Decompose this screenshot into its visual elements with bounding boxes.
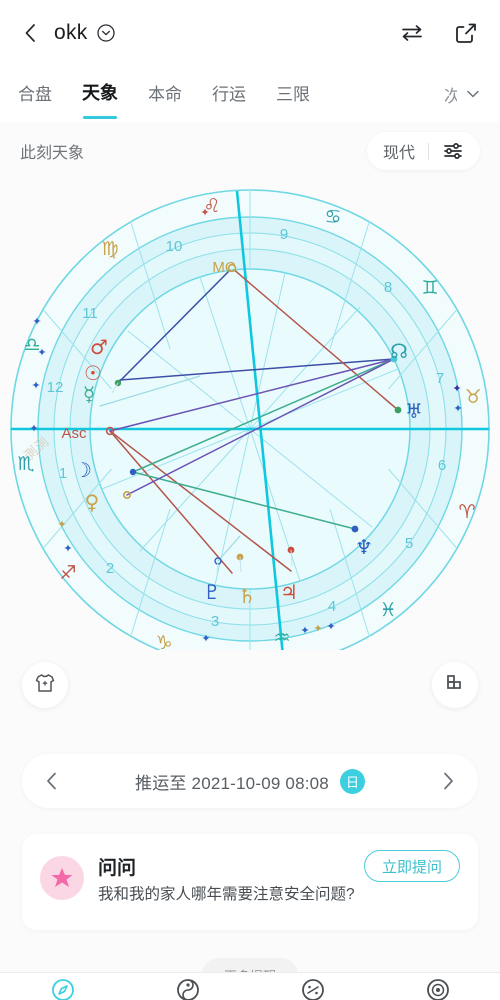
prev-date-button[interactable] [40,769,64,793]
svg-text:✦: ✦ [32,315,41,328]
svg-text:4: 4 [328,598,336,615]
svg-text:7: 7 [436,370,444,387]
svg-text:✦: ✦ [326,620,335,633]
svg-text:♐: ♐ [59,562,76,584]
svg-text:10: 10 [166,238,183,255]
tab-overflow-label: 次 [444,86,457,106]
mode-selector[interactable]: 现代 [366,132,480,170]
svg-text:♄: ♄ [238,584,256,608]
svg-text:3: 3 [211,613,219,630]
svg-text:♀: ♀ [85,490,100,514]
svg-text:♈: ♈ [458,501,475,523]
chart-toolbar: 此刻天象 现代 [0,122,500,180]
ask-now-button[interactable]: 立即提问 [363,850,460,882]
date-text: 推运至 2021-10-09 08:08 [135,773,329,793]
target-icon [426,979,449,1000]
svg-text:✦: ✦ [57,518,66,531]
chart-style-button[interactable] [22,662,68,708]
chevron-down-icon [464,85,482,103]
star-badge-icon [40,856,84,900]
svg-text:♆: ♆ [355,535,373,559]
nav-item-profile[interactable] [375,977,500,1000]
svg-text:✦: ✦ [452,382,461,395]
back-button[interactable] [20,22,42,44]
ask-title: 问问 [98,857,137,879]
compass-icon [51,979,74,1000]
aspect-grid-icon [443,671,467,700]
astrology-wheel[interactable]: 10 9 87 65 43 21 12 11 ♍ ♌ ♋ ♊ ♉ ♈ ♓ ♒ ♑ ♐… [0,180,500,650]
ask-header: 问问 立即提问 [98,850,460,882]
yinyang-icon [176,979,199,1000]
bottom-navigation [0,972,500,1000]
svg-text:2: 2 [106,560,114,577]
wheel-graphic: 109 87 65 43 21 1211 ♍ ♌ ♋ ♊ ♉ ♈ ♓ ♒ ♑ ♐… [10,189,490,650]
ask-question[interactable]: 我和我的家人哪年需要注意安全问题? [98,886,355,903]
top-header: okk [0,0,500,66]
svg-text:12: 12 [47,379,64,396]
tab-overflow-button[interactable]: 次 [444,82,482,107]
svg-text:✦: ✦ [31,379,40,392]
sliders-icon[interactable] [442,140,464,162]
svg-text:♋: ♋ [324,206,341,228]
aspect-grid-button[interactable] [432,662,478,708]
svg-text:♂: ♂ [90,335,108,359]
tab-hepan[interactable]: 合盘 [18,80,52,109]
svg-text:MC: MC [212,259,235,276]
mode-label: 现代 [382,145,415,162]
tab-xingyun[interactable]: 行运 [212,80,246,109]
svg-text:✦: ✦ [63,542,72,555]
svg-text:9: 9 [280,226,288,243]
nav-item-chart[interactable] [125,977,250,1000]
svg-text:♇: ♇ [203,580,221,604]
app-screen: okk 合盘 天象 本命 行运 三限 次 此刻天象 现代 10 9 8 7 6 … [0,0,500,1000]
tab-benming[interactable]: 本命 [148,80,182,109]
nav-item-home[interactable] [0,977,125,1000]
ask-card[interactable]: 问问 立即提问 我和我的家人哪年需要注意安全问题? [22,834,478,930]
svg-text:✦: ✦ [313,622,322,635]
tshirt-icon [33,671,57,700]
svg-text:11: 11 [82,305,98,322]
svg-text:✦: ✦ [300,624,309,637]
smiley-icon [301,979,324,1000]
tab-tianxiang[interactable]: 天象 [82,79,118,109]
svg-text:☊: ☊ [390,339,408,363]
svg-text:♃: ♃ [280,580,298,604]
ask-body: 问问 立即提问 我和我的家人哪年需要注意安全问题? [98,850,460,914]
svg-text:8: 8 [384,279,392,296]
svg-text:6: 6 [438,457,446,474]
svg-text:✦: ✦ [200,206,209,219]
tab-sanxian[interactable]: 三限 [276,80,310,109]
divider [428,142,429,160]
svg-text:♍: ♍ [101,238,118,260]
chart-subtitle: 此刻天象 [20,145,85,162]
svg-text:1: 1 [59,465,67,482]
svg-text:♑: ♑ [155,632,172,650]
profile-name[interactable]: okk [54,21,88,45]
next-date-button[interactable] [436,769,460,793]
svg-text:Asc: Asc [61,425,87,442]
svg-text:☽: ☽ [74,458,92,482]
svg-text:✦: ✦ [453,402,462,415]
svg-text:♊: ♊ [421,277,438,299]
svg-text:♓: ♓ [379,599,396,621]
date-stepper[interactable]: 推运至 2021-10-09 08:08 日 [22,754,478,808]
tab-bar: 合盘 天象 本命 行运 三限 次 [0,66,500,122]
share-export-icon[interactable] [452,19,480,47]
svg-text:☿: ☿ [83,382,95,406]
circle-chevron-down-icon[interactable] [96,23,116,43]
svg-text:♅: ♅ [405,399,423,423]
date-badge[interactable]: 日 [339,768,365,794]
svg-text:5: 5 [405,535,413,552]
svg-text:♉: ♉ [464,386,481,408]
nav-item-community[interactable] [250,977,375,1000]
svg-text:♒: ♒ [273,627,290,649]
date-display[interactable]: 推运至 2021-10-09 08:08 日 [64,768,436,794]
svg-text:✦: ✦ [201,632,210,645]
swap-arrows-icon[interactable] [398,19,426,47]
svg-text:✦: ✦ [37,346,46,359]
